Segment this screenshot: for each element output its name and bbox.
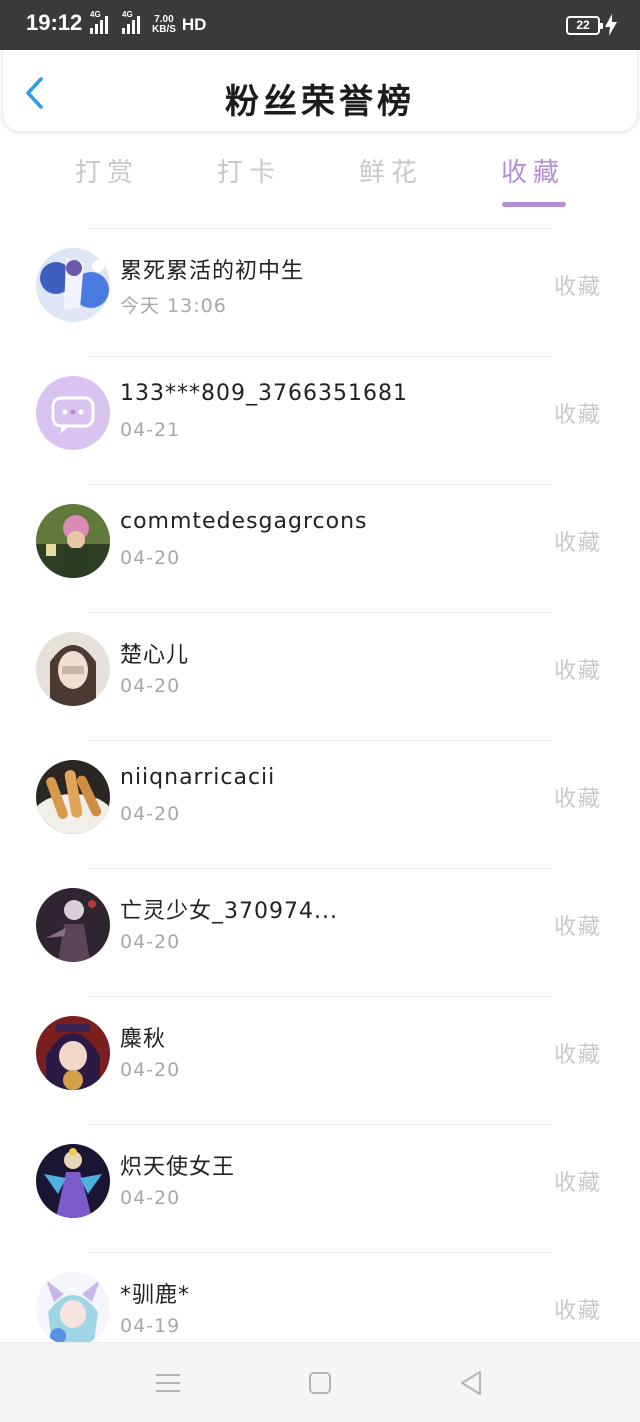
fan-date: 04-20 (120, 675, 181, 697)
signal-1-icon: 4G (90, 10, 108, 34)
favorite-label: 收藏 (553, 531, 602, 556)
charging-bolt-icon (605, 14, 617, 36)
avatar[interactable] (36, 376, 110, 450)
fan-name: *驯鹿* (120, 1283, 191, 1308)
menu-icon[interactable] (154, 1369, 182, 1397)
fan-name: niiqnarricacii (120, 765, 276, 790)
tab-favorites[interactable]: 收藏 (478, 152, 588, 189)
avatar[interactable] (36, 888, 110, 962)
list-item[interactable]: 麋秋 04-20 收藏 (36, 996, 600, 1124)
tab-flowers[interactable]: 鲜花 (336, 152, 446, 189)
fan-name: 亡灵少女_370974... (120, 899, 338, 924)
network-speed: 7.00 KB/S (152, 14, 176, 35)
avatar[interactable] (36, 760, 110, 834)
list-item[interactable]: 炽天使女王 04-20 收藏 (36, 1124, 600, 1252)
favorite-label: 收藏 (553, 1171, 602, 1196)
fan-date: 04-20 (120, 547, 181, 569)
tab-bar: 打赏 打卡 鲜花 收藏 (0, 140, 640, 210)
avatar[interactable] (36, 504, 110, 578)
tab-checkin[interactable]: 打卡 (194, 152, 304, 189)
favorite-label: 收藏 (553, 403, 602, 428)
list-item[interactable]: 133***809_3766351681 04-21 收藏 (36, 356, 600, 484)
list-item[interactable]: niiqnarricacii 04-20 收藏 (36, 740, 600, 868)
status-bar: 19:12 4G 4G 7.00 KB/S HD 22 (0, 0, 640, 50)
back-triangle-icon[interactable] (458, 1369, 486, 1397)
fan-date: 04-21 (120, 419, 181, 441)
fan-date: 04-19 (120, 1315, 181, 1337)
fan-name: 麋秋 (120, 1027, 167, 1052)
fan-date: 04-20 (120, 1187, 181, 1209)
fan-list: 累死累活的初中生 今天 13:06 收藏 133***809_376635168… (0, 228, 640, 1380)
avatar[interactable] (36, 1144, 110, 1218)
battery-icon: 22 (566, 16, 603, 35)
active-tab-indicator (502, 202, 566, 207)
avatar[interactable] (36, 1272, 110, 1346)
fan-name: 楚心儿 (120, 643, 190, 668)
system-nav-bar (0, 1342, 640, 1422)
favorite-label: 收藏 (553, 659, 602, 684)
fan-name: commtedesgagrcons (120, 509, 368, 534)
network-indicators: 4G 4G 7.00 KB/S HD (90, 8, 206, 42)
favorite-label: 收藏 (553, 915, 602, 940)
status-time: 19:12 (26, 10, 83, 35)
page-title: 粉丝荣誉榜 (225, 82, 415, 122)
fan-name: 炽天使女王 (120, 1155, 236, 1180)
fan-name: 累死累活的初中生 (120, 259, 305, 284)
fan-date: 04-20 (120, 931, 181, 953)
favorite-label: 收藏 (553, 1299, 602, 1324)
tab-reward[interactable]: 打赏 (52, 152, 162, 189)
list-item[interactable]: commtedesgagrcons 04-20 收藏 (36, 484, 600, 612)
fan-date: 今天 13:06 (120, 295, 227, 317)
list-item[interactable]: 楚心儿 04-20 收藏 (36, 612, 600, 740)
fan-date: 04-20 (120, 1059, 181, 1081)
page-header: 粉丝荣誉榜 (2, 50, 638, 132)
avatar[interactable] (36, 632, 110, 706)
home-square-icon[interactable] (306, 1369, 334, 1397)
list-item[interactable]: 累死累活的初中生 今天 13:06 收藏 (36, 228, 600, 356)
hd-indicator: HD (181, 15, 207, 34)
favorite-label: 收藏 (553, 1043, 602, 1068)
favorite-label: 收藏 (553, 275, 602, 300)
signal-2-icon: 4G (122, 10, 140, 34)
list-item[interactable]: 亡灵少女_370974... 04-20 收藏 (36, 868, 600, 996)
avatar[interactable] (36, 248, 110, 322)
avatar[interactable] (36, 1016, 110, 1090)
fan-date: 04-20 (120, 803, 181, 825)
favorite-label: 收藏 (553, 787, 602, 812)
fan-name: 133***809_3766351681 (120, 381, 408, 406)
